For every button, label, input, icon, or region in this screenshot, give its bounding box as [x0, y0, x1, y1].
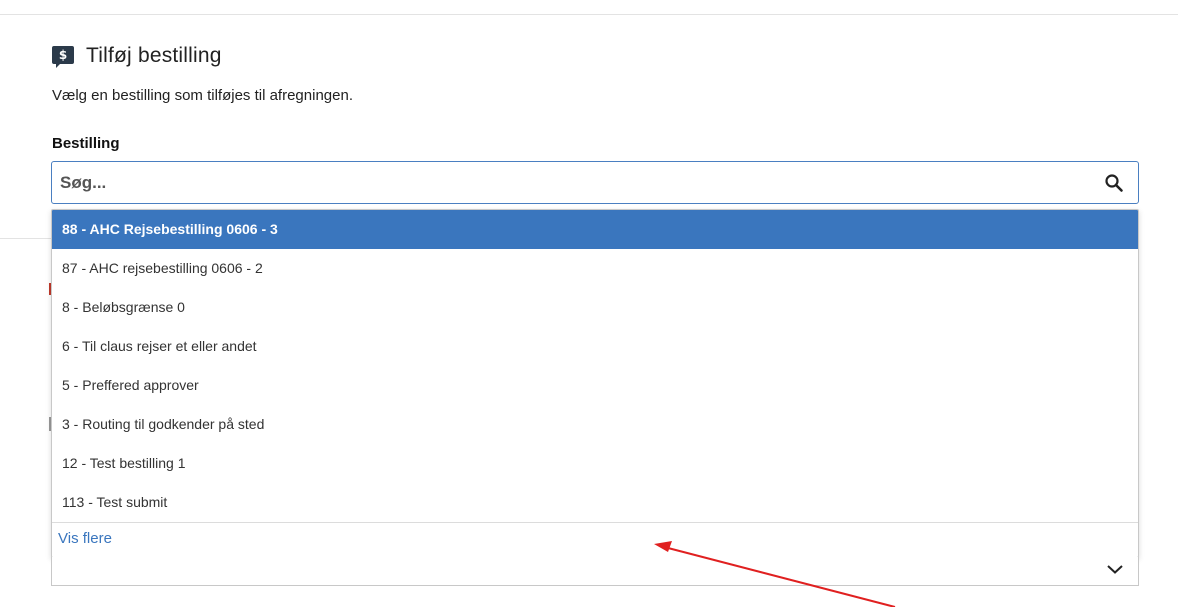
order-search-input[interactable]	[60, 162, 1080, 203]
underlying-select[interactable]	[51, 557, 1139, 586]
panel-title: Tilføj bestilling	[86, 44, 222, 67]
order-field-label: Bestilling	[52, 135, 120, 152]
dropdown-option[interactable]: 12 - Test bestilling 1	[52, 444, 1138, 483]
dropdown-option[interactable]: 6 - Til claus rejser et eller andet	[52, 327, 1138, 366]
dropdown-option[interactable]: 3 - Routing til godkender på sted	[52, 405, 1138, 444]
dropdown-option[interactable]: 88 - AHC Rejsebestilling 0606 - 3	[52, 210, 1138, 249]
dropdown-option[interactable]: 113 - Test submit	[52, 483, 1138, 522]
top-divider	[0, 14, 1178, 15]
show-more-link[interactable]: Vis flere	[52, 522, 1138, 554]
order-search-box[interactable]	[51, 161, 1139, 204]
add-order-panel: $ Tilføj bestilling Vælg en bestilling s…	[0, 0, 1178, 607]
section-divider	[0, 238, 52, 239]
dollar-chat-icon: $	[52, 46, 74, 68]
search-icon[interactable]	[1104, 173, 1124, 193]
dropdown-option[interactable]: 8 - Beløbsgrænse 0	[52, 288, 1138, 327]
panel-header: $ Tilføj bestilling	[52, 44, 222, 68]
chevron-down-icon[interactable]	[1106, 563, 1124, 575]
order-options: 88 - AHC Rejsebestilling 0606 - 3 87 - AH…	[52, 210, 1138, 522]
dropdown-option[interactable]: 5 - Preffered approver	[52, 366, 1138, 405]
dropdown-option[interactable]: 87 - AHC rejsebestilling 0606 - 2	[52, 249, 1138, 288]
order-dropdown-list: 88 - AHC Rejsebestilling 0606 - 3 87 - AH…	[51, 209, 1139, 558]
panel-subtitle: Vælg en bestilling som tilføjes til afre…	[52, 87, 353, 104]
